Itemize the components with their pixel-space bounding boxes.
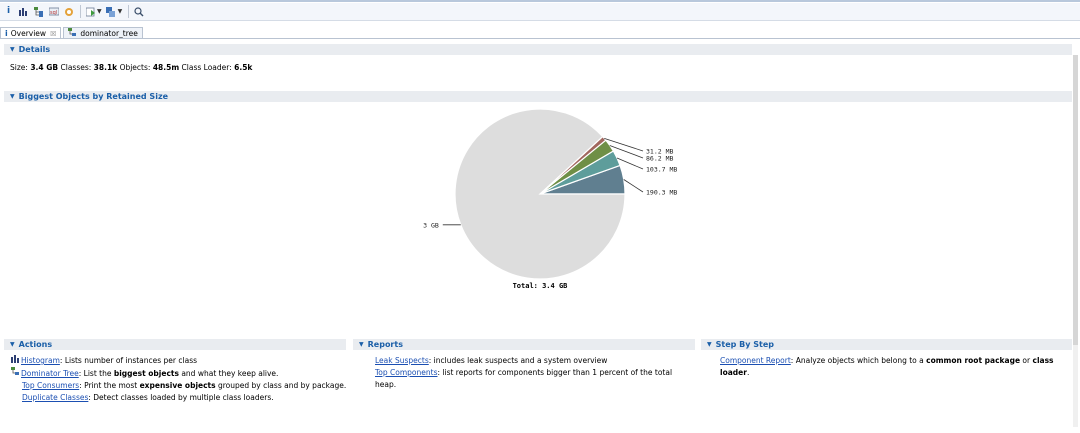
pie-slice-label: 103.7 MB bbox=[646, 166, 677, 174]
actions-list: Histogram: Lists number of instances per… bbox=[11, 355, 346, 404]
toolbar-separator bbox=[80, 5, 81, 18]
pie-leader-line bbox=[623, 179, 644, 193]
pie-total-label: Total: 3.4 GB bbox=[513, 282, 568, 290]
list-item: Top Components: list reports for compone… bbox=[375, 368, 673, 377]
histogram-icon[interactable] bbox=[18, 6, 29, 17]
pie-slice-label: 190.3 MB bbox=[646, 189, 677, 197]
tab-label: dominator_tree bbox=[80, 29, 138, 38]
collapse-icon: ▼ bbox=[359, 341, 364, 348]
run-report-icon[interactable] bbox=[85, 6, 96, 17]
chevron-down-icon[interactable]: ▼ bbox=[118, 8, 123, 15]
class-loader-value: 6.5k bbox=[234, 63, 253, 72]
scrollbar-thumb[interactable] bbox=[1073, 55, 1078, 345]
section-title: Actions bbox=[18, 340, 53, 349]
duplicate-classes-link[interactable]: Duplicate Classes bbox=[22, 393, 88, 402]
list-item: Histogram: Lists number of instances per… bbox=[11, 355, 346, 367]
pie-slice-label: 3 GB bbox=[423, 221, 439, 229]
list-item: Leak Suspects: includes leak suspects an… bbox=[375, 356, 608, 365]
reports-section-header[interactable]: ▼ Reports bbox=[353, 339, 695, 350]
search-icon[interactable] bbox=[133, 6, 144, 17]
component-report-link[interactable]: Component Report bbox=[720, 356, 791, 365]
vertical-scrollbar[interactable] bbox=[1073, 55, 1078, 427]
window-top-border bbox=[0, 0, 1080, 2]
heap-dump-overview-icon[interactable] bbox=[63, 6, 74, 17]
details-summary: Size: 3.4 GB Classes: 38.1k Objects: 48.… bbox=[10, 63, 253, 72]
info-icon: i bbox=[5, 29, 8, 38]
svg-text:sql: sql bbox=[50, 10, 57, 16]
list-item-continuation: heap. bbox=[375, 380, 397, 389]
objects-value: 48.5m bbox=[152, 63, 180, 72]
dominator-tree-icon bbox=[11, 367, 21, 380]
classes-value: 38.1k bbox=[93, 63, 118, 72]
step-by-step-list: Component Report: Analyze objects which … bbox=[720, 355, 1054, 379]
top-consumers-link[interactable]: Top Consumers bbox=[22, 381, 79, 390]
tab-label: Overview bbox=[10, 29, 47, 38]
close-icon[interactable]: ☒ bbox=[50, 30, 56, 38]
section-title: Step By Step bbox=[715, 340, 774, 349]
histogram-link[interactable]: Histogram bbox=[21, 356, 60, 365]
details-section-header[interactable]: ▼ Details bbox=[4, 44, 1072, 55]
info-icon[interactable]: i bbox=[3, 6, 14, 17]
toolbar-separator bbox=[128, 5, 130, 18]
list-item: Top Consumers: Print the most expensive … bbox=[22, 381, 347, 390]
section-title: Reports bbox=[367, 340, 403, 349]
section-title: Biggest Objects by Retained Size bbox=[18, 92, 169, 101]
size-value: 3.4 GB bbox=[30, 63, 59, 72]
top-components-link[interactable]: Top Components bbox=[375, 368, 438, 377]
list-item: Dominator Tree: List the biggest objects… bbox=[11, 367, 346, 380]
actions-section-header[interactable]: ▼ Actions bbox=[4, 339, 346, 350]
list-item-continuation: loader. bbox=[720, 368, 750, 377]
retained-size-pie-chart: 190.3 MB 103.7 MB 86.2 MB31.2 MB 3 GB Total:… bbox=[423, 108, 677, 290]
collapse-icon: ▼ bbox=[10, 46, 15, 53]
biggest-objects-section-header[interactable]: ▼ Biggest Objects by Retained Size bbox=[4, 91, 1072, 102]
oql-icon[interactable]: sql bbox=[48, 6, 59, 17]
collapse-icon: ▼ bbox=[10, 93, 15, 100]
list-item: Component Report: Analyze objects which … bbox=[720, 356, 1054, 365]
toolbar: i sql ▼ ▼ bbox=[0, 3, 1080, 21]
histogram-icon bbox=[11, 355, 21, 367]
leak-suspects-link[interactable]: Leak Suspects bbox=[375, 356, 429, 365]
dominator-tree-icon[interactable] bbox=[33, 6, 44, 17]
step-by-step-section-header[interactable]: ▼ Step By Step bbox=[701, 339, 1072, 350]
pie-slice-label: 86.2 MB bbox=[646, 155, 673, 163]
section-title: Details bbox=[18, 45, 51, 54]
dominator-tree-link[interactable]: Dominator Tree bbox=[21, 369, 79, 378]
pie-slice[interactable] bbox=[454, 108, 626, 280]
list-item: Duplicate Classes: Detect classes loaded… bbox=[22, 393, 274, 402]
pie-slice-label: 31.2 MB bbox=[646, 148, 673, 156]
collapse-icon: ▼ bbox=[10, 341, 15, 348]
collapse-icon: ▼ bbox=[707, 341, 712, 348]
chevron-down-icon[interactable]: ▼ bbox=[97, 8, 102, 15]
query-browser-icon[interactable] bbox=[106, 6, 117, 17]
tab-underline bbox=[0, 38, 1080, 39]
reports-list: Leak Suspects: includes leak suspects an… bbox=[375, 355, 672, 391]
